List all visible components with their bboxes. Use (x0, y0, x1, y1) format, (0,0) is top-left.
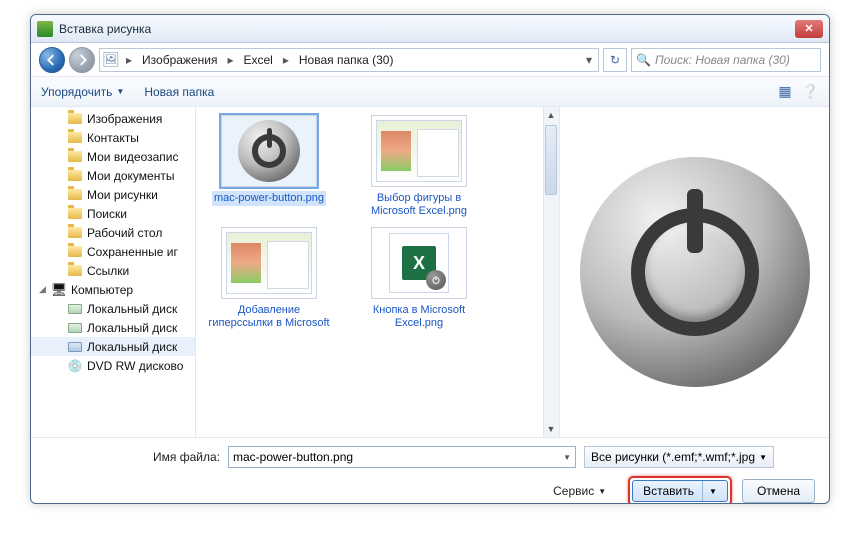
filename-input[interactable]: mac-power-button.png▼ (228, 446, 576, 468)
breadcrumb[interactable]: 🖼 ▸ Изображения ▸ Excel ▸ Новая папка (3… (99, 48, 599, 72)
nav-bar: 🖼 ▸ Изображения ▸ Excel ▸ Новая папка (3… (31, 43, 829, 77)
sidebar-item-contacts[interactable]: Контакты (31, 128, 195, 147)
breadcrumb-expand[interactable]: ▾ (580, 53, 598, 67)
breadcrumb-seg-1[interactable]: Изображения (136, 49, 223, 71)
file-thumb: X (371, 227, 467, 299)
help-icon[interactable]: ❔ (802, 83, 819, 100)
excel-app-icon (37, 21, 53, 37)
titlebar: Вставка рисунка (31, 15, 829, 43)
sidebar-item-links[interactable]: Ссылки (31, 261, 195, 280)
close-button[interactable] (795, 20, 823, 38)
refresh-button[interactable]: ↻ (603, 48, 627, 72)
file-pane[interactable]: mac-power-button.png Выбор фигуры в Micr… (196, 107, 559, 437)
file-item-selected[interactable]: mac-power-button.png (204, 115, 334, 219)
dialog-body: Изображения Контакты Мои видеозапис Мои … (31, 107, 829, 437)
search-icon: 🔍 (636, 53, 651, 67)
scrollbar[interactable]: ▲▼ (543, 107, 559, 437)
service-menu[interactable]: Сервис▼ (553, 484, 606, 498)
sidebar-item-videos[interactable]: Мои видеозапис (31, 147, 195, 166)
sidebar-group-computer[interactable]: ◢🖥Компьютер (31, 280, 195, 299)
view-icon[interactable]: ▦ (778, 83, 791, 100)
sidebar-drive-dvd[interactable]: 💿DVD RW дисково (31, 356, 195, 375)
sidebar-drive-1[interactable]: Локальный диск (31, 318, 195, 337)
file-name: Добавление гиперссылки в Microsoft (204, 303, 334, 331)
sidebar-drive-0[interactable]: Локальный диск (31, 299, 195, 318)
search-input[interactable]: 🔍 Поиск: Новая папка (30) (631, 48, 821, 72)
sidebar-item-desktop[interactable]: Рабочий стол (31, 223, 195, 242)
toolbar-right: ▦ ❔ (778, 83, 819, 100)
nav-forward-button[interactable] (69, 47, 95, 73)
new-folder-button[interactable]: Новая папка (144, 85, 214, 99)
window-buttons (795, 20, 823, 38)
nav-back-button[interactable] (39, 47, 65, 73)
file-item[interactable]: X Кнопка в Microsoft Excel.png (354, 227, 484, 331)
filename-label: Имя файла: (45, 450, 220, 464)
breadcrumb-icon: 🖼 (100, 49, 122, 71)
sidebar: Изображения Контакты Мои видеозапис Мои … (31, 107, 196, 437)
sidebar-item-saved[interactable]: Сохраненные иг (31, 242, 195, 261)
file-thumb (371, 115, 467, 187)
insert-dropdown[interactable]: ▼ (702, 481, 717, 501)
file-thumb (221, 227, 317, 299)
file-name: mac-power-button.png (212, 191, 326, 206)
organize-button[interactable]: Упорядочить▼ (41, 85, 124, 99)
preview-pane (559, 107, 829, 437)
file-item[interactable]: Выбор фигуры в Microsoft Excel.png (354, 115, 484, 219)
sidebar-item-documents[interactable]: Мои документы (31, 166, 195, 185)
bottom-panel: Имя файла: mac-power-button.png▼ Все рис… (31, 437, 829, 504)
search-placeholder: Поиск: Новая папка (30) (655, 53, 790, 67)
breadcrumb-seg-2[interactable]: Excel (237, 49, 278, 71)
file-item[interactable]: Добавление гиперссылки в Microsoft (204, 227, 334, 331)
sidebar-item-pictures[interactable]: Мои рисунки (31, 185, 195, 204)
sidebar-drive-2[interactable]: Локальный диск (31, 337, 195, 356)
insert-button[interactable]: Вставить ▼ (632, 480, 728, 502)
sidebar-item-searches[interactable]: Поиски (31, 204, 195, 223)
toolbar: Упорядочить▼ Новая папка ▦ ❔ (31, 77, 829, 107)
dialog-window: Вставка рисунка 🖼 ▸ Изображения ▸ Excel … (30, 14, 830, 504)
insert-button-highlight: Вставить ▼ (628, 476, 732, 504)
file-type-filter[interactable]: Все рисунки (*.emf;*.wmf;*.jpg▼ (584, 446, 774, 468)
breadcrumb-seg-3[interactable]: Новая папка (30) (293, 49, 400, 71)
window-title: Вставка рисунка (59, 22, 151, 36)
dvd-icon: 💿 (67, 359, 83, 373)
cancel-button[interactable]: Отмена (742, 479, 815, 503)
computer-icon: 🖥 (51, 283, 67, 297)
file-name: Кнопка в Microsoft Excel.png (354, 303, 484, 331)
preview-image (580, 157, 810, 387)
file-name: Выбор фигуры в Microsoft Excel.png (354, 191, 484, 219)
file-thumb (221, 115, 317, 187)
sidebar-item-images[interactable]: Изображения (31, 109, 195, 128)
